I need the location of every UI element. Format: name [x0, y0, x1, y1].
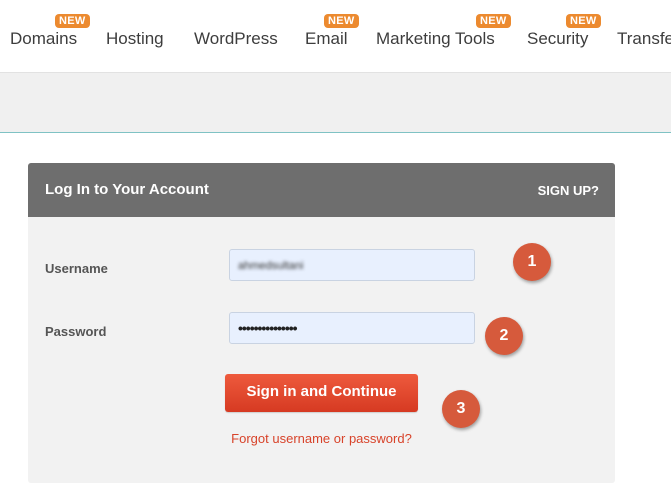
page-banner	[0, 73, 671, 133]
login-card: Log In to Your Account SIGN UP? Username…	[28, 163, 615, 483]
top-navigation: NEW Domains Hosting WordPress NEW Email …	[0, 0, 671, 73]
nav-item-hosting[interactable]: Hosting	[106, 29, 164, 49]
nav-item-domains[interactable]: Domains	[10, 29, 77, 49]
nav-item-email[interactable]: Email	[305, 29, 348, 49]
nav-item-marketing-tools[interactable]: Marketing Tools	[376, 29, 495, 49]
nav-item-wordpress[interactable]: WordPress	[194, 29, 278, 49]
new-badge: NEW	[476, 14, 511, 28]
new-badge: NEW	[566, 14, 601, 28]
password-value: •••••••••••••••	[238, 320, 298, 336]
sign-in-button[interactable]: Sign in and Continue	[225, 374, 418, 412]
step-marker-2: 2	[485, 317, 523, 355]
new-badge: NEW	[55, 14, 90, 28]
nav-item-transfer[interactable]: Transfe	[617, 29, 671, 49]
password-label: Password	[45, 324, 107, 339]
username-value: ahmedsultani	[238, 260, 304, 272]
login-title: Log In to Your Account	[45, 181, 209, 198]
step-marker-3: 3	[442, 390, 480, 428]
step-marker-1: 1	[513, 243, 551, 281]
new-badge: NEW	[324, 14, 359, 28]
forgot-credentials-link[interactable]: Forgot username or password?	[219, 431, 424, 446]
signup-link[interactable]: SIGN UP?	[538, 183, 599, 198]
password-field[interactable]: •••••••••••••••	[229, 312, 475, 344]
username-field[interactable]: ahmedsultani	[229, 249, 475, 281]
nav-item-security[interactable]: Security	[527, 29, 588, 49]
login-card-header: Log In to Your Account SIGN UP?	[28, 163, 615, 217]
username-label: Username	[45, 261, 108, 276]
